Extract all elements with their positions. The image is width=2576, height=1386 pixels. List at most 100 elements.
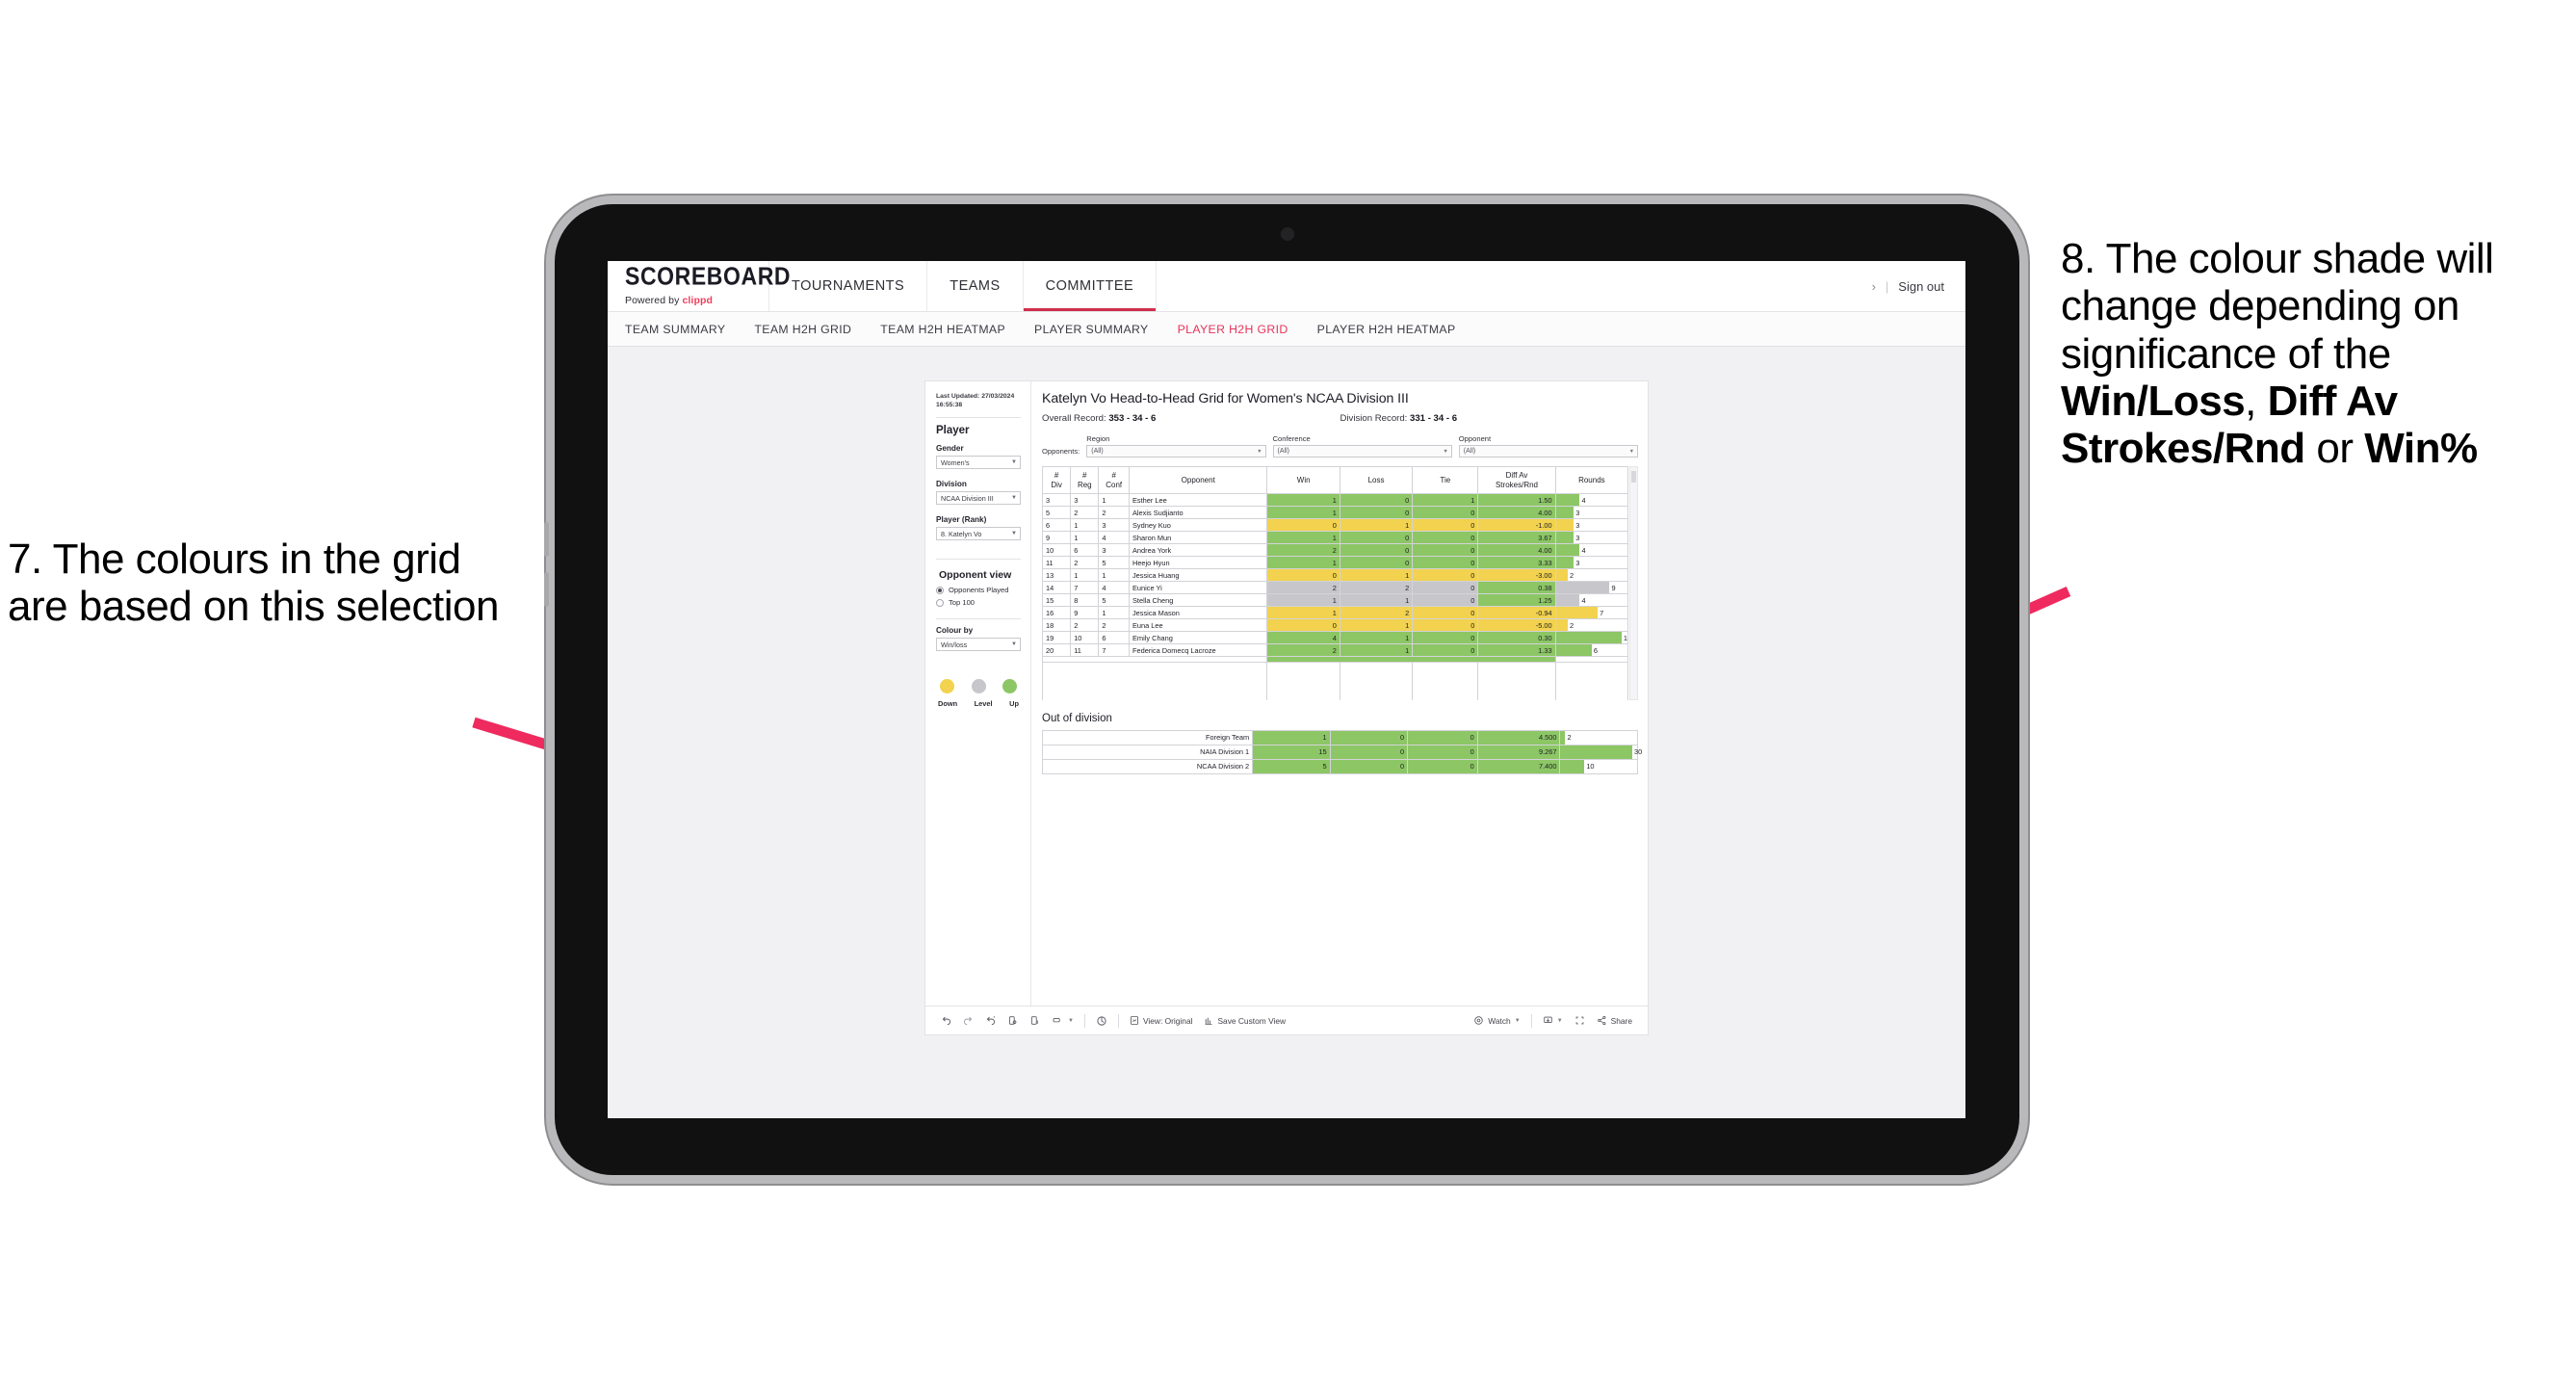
out-of-division-row[interactable]: Foreign Team 1 0 0 4.500 2 bbox=[1041, 729, 1638, 745]
revert-button[interactable] bbox=[979, 1015, 1002, 1026]
download-button[interactable]: ▼ bbox=[1537, 1015, 1569, 1026]
watch-icon bbox=[1474, 1016, 1483, 1025]
radio-selected-icon bbox=[936, 586, 944, 594]
table-row[interactable]: 14 7 4 Eunice Yi 2 2 0 0.38 9 bbox=[1041, 581, 1629, 594]
opponent-filters: Opponents: Region (All) ▼ Conference (Al… bbox=[1042, 434, 1639, 458]
undo-button[interactable] bbox=[935, 1015, 957, 1026]
save-view-icon bbox=[1206, 1017, 1212, 1026]
device-layout-button[interactable]: ▼ bbox=[1046, 1015, 1080, 1026]
table-row[interactable]: 6 1 3 Sydney Kuo 0 1 0 -1.00 3 bbox=[1041, 518, 1629, 532]
region-filter: Region (All) ▼ bbox=[1086, 434, 1266, 458]
cell-diff-av-strokes: 1.33 bbox=[1477, 643, 1556, 657]
cell-loss: 0 bbox=[1339, 556, 1414, 569]
cell-conf: 3 bbox=[1098, 543, 1130, 557]
signout-button[interactable]: Sign out bbox=[1898, 279, 1944, 294]
player-rank-select[interactable]: 8. Katelyn Vo ▼ bbox=[936, 527, 1021, 541]
cell-tie: 0 bbox=[1412, 506, 1479, 519]
grid-vertical-scrollbar[interactable] bbox=[1629, 466, 1638, 700]
out-of-division-row[interactable]: NAIA Division 1 15 0 0 9.267 30 bbox=[1041, 744, 1642, 760]
cell-win: 4 bbox=[1266, 631, 1340, 644]
overall-record-value: 353 - 34 - 6 bbox=[1108, 413, 1157, 424]
cell-diff-av-strokes: 4.00 bbox=[1477, 506, 1556, 519]
redo-button[interactable] bbox=[957, 1015, 979, 1026]
table-row[interactable]: 10 6 3 Andrea York 2 0 0 4.00 4 bbox=[1041, 543, 1629, 557]
table-row[interactable]: 11 2 5 Heejo Hyun 1 0 0 3.33 3 bbox=[1041, 556, 1629, 569]
cell-opponent: Emily Chang bbox=[1128, 631, 1268, 644]
table-row[interactable]: 9 1 4 Sharon Mun 1 0 0 3.67 3 bbox=[1041, 531, 1629, 544]
watch-button[interactable]: Watch ▼ bbox=[1468, 1015, 1525, 1026]
sidebar-section-player: Player bbox=[936, 425, 970, 437]
viz-toolbar: ▼ View: Original Save Custom View Watch … bbox=[925, 1006, 1648, 1034]
cell-rounds: 4 bbox=[1554, 543, 1629, 557]
opponent-select[interactable]: (All) ▼ bbox=[1458, 445, 1639, 458]
cell-div: 16 bbox=[1041, 606, 1072, 619]
subnav-team-h2h-heatmap[interactable]: TEAM H2H HEATMAP bbox=[880, 323, 1005, 336]
nav-tournaments[interactable]: TOURNAMENTS bbox=[769, 261, 928, 311]
cell-ood-loss: 0 bbox=[1329, 729, 1409, 745]
cell-conf: 1 bbox=[1098, 568, 1130, 582]
cell-conf: 2 bbox=[1098, 618, 1130, 632]
app-header: SCOREBOARD Powered by clippd TOURNAMENTS… bbox=[608, 261, 1965, 312]
table-row[interactable]: 3 3 1 Esther Lee 1 0 1 1.50 4 bbox=[1041, 493, 1629, 507]
subnav-player-h2h-heatmap[interactable]: PLAYER H2H HEATMAP bbox=[1317, 323, 1456, 336]
division-field: Division NCAA Division III ▼ bbox=[936, 480, 1021, 506]
conference-select[interactable]: (All) ▼ bbox=[1272, 445, 1452, 458]
table-row[interactable]: 13 1 1 Jessica Huang 0 1 0 -3.00 2 bbox=[1041, 568, 1629, 582]
colour-by-select[interactable]: Win/loss ▼ bbox=[936, 638, 1021, 652]
share-icon bbox=[1597, 1015, 1606, 1026]
save-custom-view-button[interactable]: Save Custom View bbox=[1198, 1015, 1291, 1026]
fullscreen-button[interactable] bbox=[1569, 1015, 1591, 1026]
col-reg-l1: # bbox=[1082, 471, 1087, 481]
cell-loss: 0 bbox=[1339, 506, 1414, 519]
colour-by-value: Win/loss bbox=[941, 640, 968, 649]
table-row[interactable]: 18 2 2 Euna Lee 0 1 0 -5.00 2 bbox=[1041, 618, 1629, 632]
subnav-player-h2h-grid[interactable]: PLAYER H2H GRID bbox=[1178, 323, 1288, 336]
nav-teams[interactable]: TEAMS bbox=[927, 261, 1024, 311]
cell-win: 2 bbox=[1266, 543, 1340, 557]
cell-conf: 3 bbox=[1098, 518, 1130, 532]
gender-label: Gender bbox=[936, 444, 964, 454]
cell-loss: 2 bbox=[1339, 581, 1414, 594]
out-of-division-row[interactable]: NCAA Division 2 5 0 0 7.400 10 bbox=[1041, 758, 1638, 774]
gender-select[interactable]: Women's ▼ bbox=[936, 456, 1021, 470]
table-row[interactable]: 5 2 2 Alexis Sudjianto 1 0 0 4.00 3 bbox=[1041, 506, 1629, 519]
cell-ood-name: NCAA Division 2 bbox=[1041, 758, 1254, 774]
brand-logo[interactable]: SCOREBOARD Powered by clippd bbox=[608, 261, 791, 311]
radio-opponents-played[interactable]: Opponents Played bbox=[936, 586, 1021, 594]
col-div: # Div bbox=[1041, 466, 1072, 494]
cell-tie: 0 bbox=[1412, 568, 1479, 582]
view-original-button[interactable]: View: Original bbox=[1124, 1015, 1199, 1026]
subnav-team-summary[interactable]: TEAM SUMMARY bbox=[625, 323, 725, 336]
subnav-player-summary[interactable]: PLAYER SUMMARY bbox=[1034, 323, 1149, 336]
cell-reg: 2 bbox=[1070, 618, 1100, 632]
cell-rounds: 3 bbox=[1554, 506, 1629, 519]
reset-button[interactable] bbox=[1090, 1015, 1113, 1027]
grid-scroll-thumb[interactable] bbox=[1631, 471, 1636, 483]
subnav-team-h2h-grid[interactable]: TEAM H2H GRID bbox=[754, 323, 851, 336]
region-select[interactable]: (All) ▼ bbox=[1086, 445, 1266, 458]
chevron-right-icon[interactable]: › bbox=[1872, 279, 1876, 294]
annotation-left: 7. The colours in the grid are based on … bbox=[8, 536, 499, 631]
division-select[interactable]: NCAA Division III ▼ bbox=[936, 491, 1021, 506]
cell-reg: 3 bbox=[1070, 493, 1100, 507]
cell-tie: 0 bbox=[1412, 531, 1479, 544]
pause-updates-button[interactable] bbox=[1024, 1015, 1046, 1026]
table-row[interactable]: 15 8 5 Stella Cheng 1 1 0 1.25 4 bbox=[1041, 593, 1629, 607]
region-value: (All) bbox=[1091, 448, 1104, 455]
cell-div: 13 bbox=[1041, 568, 1072, 582]
share-button[interactable]: Share bbox=[1591, 1015, 1638, 1026]
cell-conf: 4 bbox=[1098, 581, 1130, 594]
nav-committee[interactable]: COMMITTEE bbox=[1023, 261, 1158, 311]
brand-powered-by: Powered by bbox=[625, 294, 683, 306]
table-row[interactable]: 20 11 7 Federica Domecq Lacroze 2 1 0 1.33 6 bbox=[1041, 643, 1629, 657]
cell-reg: 8 bbox=[1070, 593, 1100, 607]
view-icon bbox=[1131, 1015, 1138, 1026]
cell-div: 19 bbox=[1041, 631, 1072, 644]
table-row[interactable]: 19106Emily Chang4100.3011 bbox=[1041, 631, 1629, 644]
table-row[interactable]: 16 9 1 Jessica Mason 1 2 0 -0.94 7 bbox=[1041, 606, 1629, 619]
radio-top-100[interactable]: Top 100 bbox=[936, 598, 1021, 607]
viz-body: Last Updated: 27/03/2024 16:55:38 Player… bbox=[925, 381, 1648, 1006]
refresh-data-button[interactable] bbox=[1002, 1015, 1024, 1026]
player-rank-value: 8. Katelyn Vo bbox=[941, 529, 982, 538]
cell-conf: 6 bbox=[1098, 631, 1130, 644]
